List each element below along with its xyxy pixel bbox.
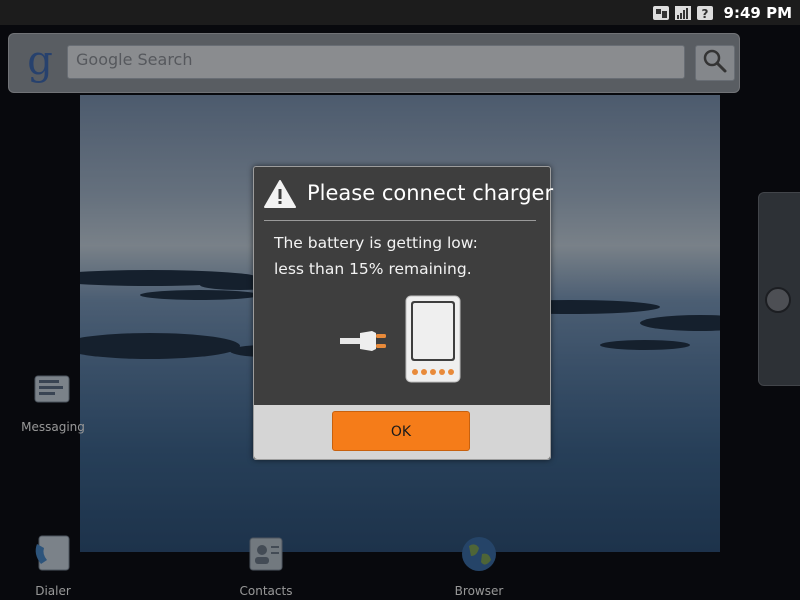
ok-button[interactable]: OK xyxy=(332,411,470,451)
charger-illustration xyxy=(338,295,468,387)
dialog-divider xyxy=(264,220,536,221)
status-clock: 9:49 PM xyxy=(723,3,792,22)
dialog-message-line-1: The battery is getting low: xyxy=(274,234,478,252)
status-icons: ? xyxy=(652,5,714,21)
device-icon xyxy=(405,295,461,383)
low-battery-dialog: Please connect charger The battery is ge… xyxy=(253,166,554,460)
status-bar: ? 9:49 PM xyxy=(0,0,800,25)
dialog-title: Please connect charger xyxy=(307,181,554,205)
svg-text:?: ? xyxy=(701,7,708,21)
dialog-message-line-2: less than 15% remaining. xyxy=(274,260,472,278)
sim-icon xyxy=(652,5,670,21)
battery-low-icon: ? xyxy=(696,5,714,21)
plug-icon xyxy=(340,331,386,351)
dialog-header: Please connect charger xyxy=(254,167,554,219)
signal-icon xyxy=(674,5,692,21)
dialog-footer: OK xyxy=(254,405,550,459)
dialog-message: The battery is getting low: less than 15… xyxy=(274,230,536,282)
warning-icon xyxy=(264,179,296,209)
